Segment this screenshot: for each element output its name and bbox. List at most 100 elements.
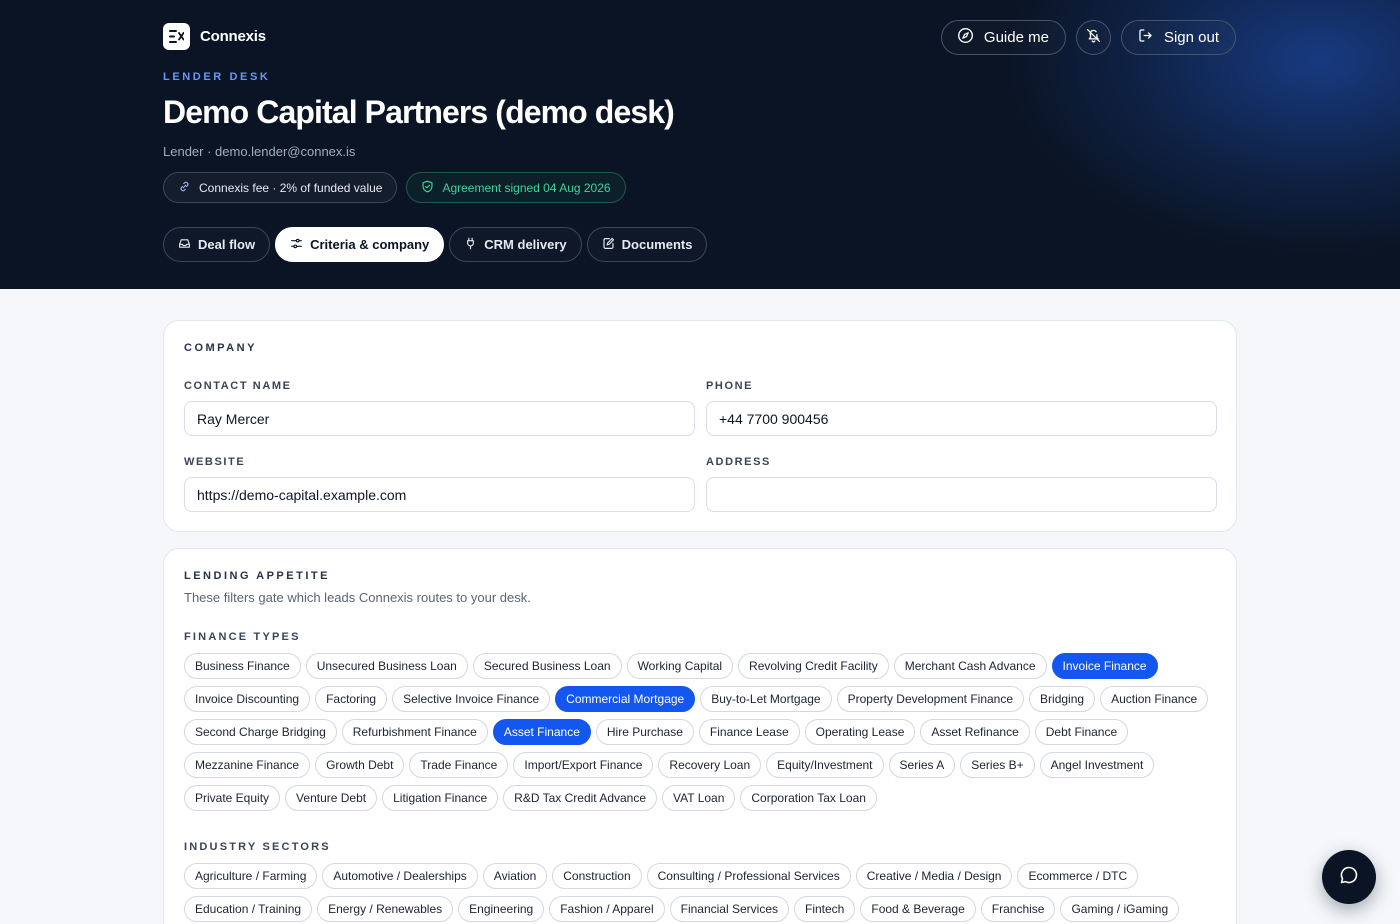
status-pills: Connexis fee · 2% of funded value Agreem… (163, 172, 626, 203)
phone-input[interactable] (706, 401, 1217, 436)
filter-chip[interactable]: Business Finance (184, 653, 301, 679)
filter-chip[interactable]: R&D Tax Credit Advance (503, 785, 658, 811)
fee-badge: Connexis fee · 2% of funded value (163, 172, 398, 203)
tab-documents[interactable]: Documents (586, 227, 708, 262)
filter-chip[interactable]: Bridging (1029, 686, 1096, 712)
filter-chip[interactable]: Angel Investment (1039, 752, 1155, 778)
agreement-badge: Agreement signed 04 Aug 2026 (406, 172, 626, 203)
filter-chip[interactable]: Education / Training (184, 896, 313, 922)
filter-chip[interactable]: Ecommerce / DTC (1017, 863, 1139, 889)
plug-icon (464, 237, 477, 253)
filter-chip[interactable]: Refurbishment Finance (341, 719, 488, 745)
filter-chip[interactable]: Trade Finance (409, 752, 509, 778)
filter-chip[interactable]: Invoice Discounting (184, 686, 311, 712)
address-label: ADDRESS (706, 456, 771, 468)
phone-label: PHONE (706, 380, 754, 392)
filter-chip[interactable]: Hire Purchase (595, 719, 694, 745)
filter-chip[interactable]: Automotive / Dealerships (322, 863, 478, 889)
finance-types-label: FINANCE TYPES (184, 631, 301, 643)
filter-chip[interactable]: Unsecured Business Loan (305, 653, 468, 679)
filter-chip[interactable]: Working Capital (626, 653, 734, 679)
edit-document-icon (602, 237, 615, 253)
company-section-label: COMPANY (184, 342, 257, 354)
filter-chip[interactable]: Revolving Credit Facility (738, 653, 889, 679)
filter-chip[interactable]: Gaming / iGaming (1060, 896, 1180, 922)
hero-header: Connexis Guide me Sign out LENDER DESK D… (0, 0, 1400, 289)
filter-chip[interactable]: Invoice Finance (1051, 653, 1158, 679)
filter-chip[interactable]: Secured Business Loan (472, 653, 622, 679)
page-eyebrow: LENDER DESK (163, 71, 271, 83)
guide-me-label: Guide me (983, 29, 1049, 46)
filter-chip[interactable]: Private Equity (184, 785, 281, 811)
tab-crm-delivery[interactable]: CRM delivery (449, 227, 582, 262)
connexis-logo-icon (163, 23, 190, 50)
tab-deal-flow[interactable]: Deal flow (163, 227, 271, 262)
filter-chip[interactable]: Buy-to-Let Mortgage (700, 686, 832, 712)
filter-chip[interactable]: Aviation (482, 863, 548, 889)
tab-criteria-company[interactable]: Criteria & company (275, 227, 445, 262)
filter-chip[interactable]: Agriculture / Farming (184, 863, 318, 889)
filter-chip[interactable]: Recovery Loan (658, 752, 762, 778)
agreement-text: Agreement signed 04 Aug 2026 (442, 180, 611, 195)
filter-chip[interactable]: Creative / Media / Design (855, 863, 1013, 889)
brand[interactable]: Connexis (163, 23, 266, 50)
notifications-button[interactable] (1075, 20, 1111, 55)
filter-chip[interactable]: Asset Refinance (920, 719, 1030, 745)
filter-chip[interactable]: Litigation Finance (382, 785, 499, 811)
filter-chip[interactable]: Growth Debt (315, 752, 405, 778)
filter-chip[interactable]: Fintech (794, 896, 856, 922)
filter-chip[interactable]: Venture Debt (285, 785, 378, 811)
filter-chip[interactable]: Finance Lease (698, 719, 800, 745)
filter-chip[interactable]: Merchant Cash Advance (893, 653, 1047, 679)
company-card: COMPANY CONTACT NAME PHONE WEBSITE ADDRE… (163, 320, 1237, 532)
filter-chip[interactable]: Series A (888, 752, 956, 778)
filter-chip[interactable]: Import/Export Finance (513, 752, 654, 778)
log-out-icon (1137, 27, 1154, 48)
filter-chip[interactable]: Asset Finance (492, 719, 591, 745)
desk-tabs: Deal flow Criteria & company CRM deliver… (163, 227, 708, 262)
filter-chip[interactable]: Mezzanine Finance (184, 752, 311, 778)
chat-button[interactable] (1322, 850, 1376, 904)
filter-chip[interactable]: Engineering (458, 896, 545, 922)
industry-sectors-chips: Agriculture / Farming Automotive / Dealer… (184, 863, 1224, 922)
filter-chip[interactable]: Energy / Renewables (317, 896, 454, 922)
filter-chip[interactable]: Debt Finance (1034, 719, 1129, 745)
fee-text: Connexis fee · 2% of funded value (199, 180, 383, 195)
filter-chip[interactable]: Operating Lease (804, 719, 916, 745)
lending-helper-text: These filters gate which leads Connexis … (184, 590, 531, 605)
inbox-icon (178, 237, 191, 253)
contact-name-input[interactable] (184, 401, 695, 436)
lending-section-label: LENDING APPETITE (184, 570, 330, 582)
link-icon (178, 180, 191, 196)
filter-chip[interactable]: Selective Invoice Finance (392, 686, 551, 712)
filter-chip[interactable]: Construction (552, 863, 642, 889)
filter-chip[interactable]: Consulting / Professional Services (646, 863, 851, 889)
filter-chip[interactable]: Property Development Finance (836, 686, 1025, 712)
filter-chip[interactable]: VAT Loan (662, 785, 736, 811)
filter-chip[interactable]: Food & Beverage (860, 896, 976, 922)
app-name: Connexis (200, 28, 266, 45)
filter-chip[interactable]: Equity/Investment (766, 752, 884, 778)
filter-chip[interactable]: Second Charge Bridging (184, 719, 337, 745)
filter-chip[interactable]: Commercial Mortgage (555, 686, 696, 712)
website-label: WEBSITE (184, 456, 246, 468)
sign-out-button[interactable]: Sign out (1120, 20, 1236, 55)
guide-me-button[interactable]: Guide me (940, 20, 1066, 55)
header-actions: Guide me Sign out (940, 20, 1236, 55)
industry-sectors-label: INDUSTRY SECTORS (184, 841, 331, 853)
filter-chip[interactable]: Factoring (315, 686, 388, 712)
filter-chip[interactable]: Fashion / Apparel (549, 896, 665, 922)
website-input[interactable] (184, 477, 695, 512)
filter-chip[interactable]: Financial Services (669, 896, 789, 922)
address-input[interactable] (706, 477, 1217, 512)
filter-chip[interactable]: Series B+ (960, 752, 1035, 778)
page-title: Demo Capital Partners (demo desk) (163, 94, 675, 130)
compass-icon (957, 27, 974, 48)
lending-appetite-card: LENDING APPETITE These filters gate whic… (163, 548, 1237, 924)
filter-chip[interactable]: Franchise (980, 896, 1056, 922)
bell-off-icon (1085, 27, 1102, 48)
filter-chip[interactable]: Corporation Tax Loan (740, 785, 877, 811)
tab-crm-delivery-label: CRM delivery (484, 237, 567, 252)
shield-check-icon (421, 180, 434, 196)
filter-chip[interactable]: Auction Finance (1100, 686, 1209, 712)
